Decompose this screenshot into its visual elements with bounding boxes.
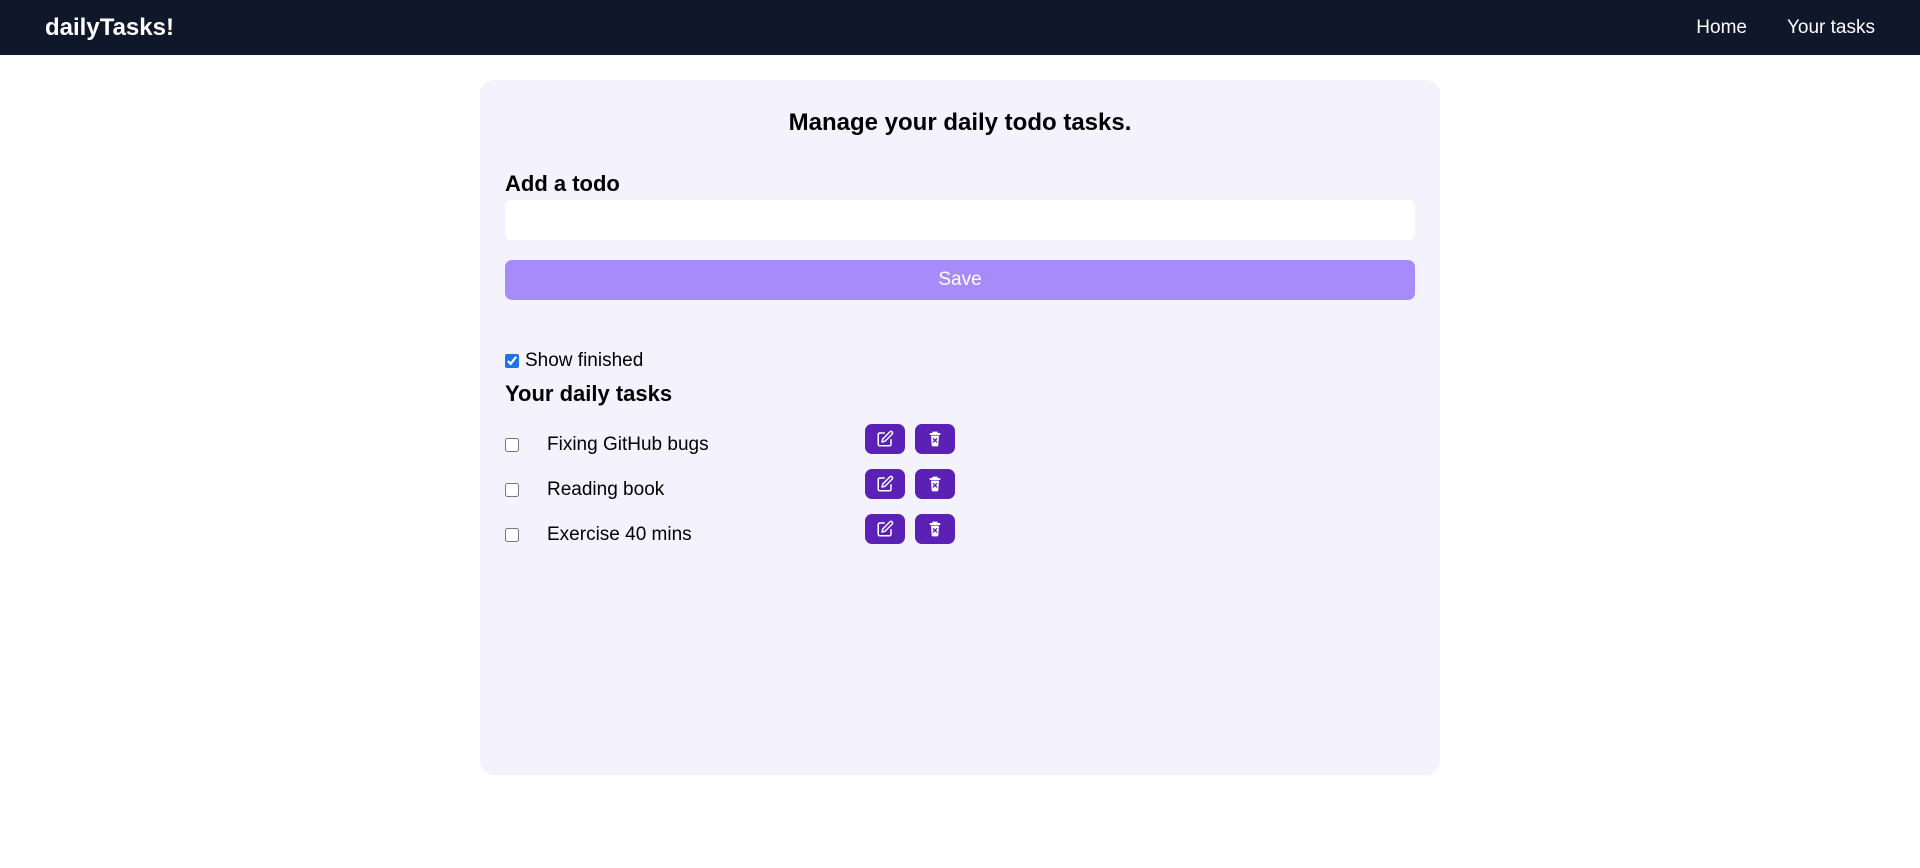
nav-link-your-tasks[interactable]: Your tasks: [1787, 17, 1875, 39]
task-actions: [865, 514, 955, 544]
task-text: Fixing GitHub bugs: [547, 434, 709, 455]
task-checkbox[interactable]: [505, 437, 519, 452]
edit-button[interactable]: [865, 424, 905, 454]
task-row: Fixing GitHub bugs: [505, 424, 1415, 469]
page-title: Manage your daily todo tasks.: [788, 109, 1132, 136]
show-finished-label: Show finished: [525, 350, 644, 371]
edit-icon: [876, 475, 894, 493]
show-finished-toggle[interactable]: Show finished: [505, 350, 643, 372]
delete-icon: [927, 521, 943, 537]
task-row: Exercise 40 mins: [505, 514, 1415, 559]
task-text: Exercise 40 mins: [547, 524, 692, 545]
task-checkbox[interactable]: [505, 482, 519, 497]
edit-icon: [876, 430, 894, 448]
task-row: Reading book: [505, 469, 1415, 514]
brand-logo[interactable]: dailyTasks!: [45, 14, 174, 42]
todo-card: Manage your daily todo tasks. Add a todo…: [480, 80, 1440, 775]
add-todo-label: Add a todo: [505, 171, 620, 196]
navbar: dailyTasks! Home Your tasks: [0, 0, 1920, 55]
task-text: Reading book: [547, 479, 665, 500]
delete-button[interactable]: [915, 469, 955, 499]
task-actions: [865, 469, 955, 499]
nav-links: Home Your tasks: [1696, 17, 1875, 39]
delete-icon: [927, 476, 943, 492]
edit-icon: [876, 520, 894, 538]
delete-button[interactable]: [915, 514, 955, 544]
show-finished-checkbox[interactable]: [505, 354, 519, 368]
tasks-heading: Your daily tasks: [505, 381, 673, 406]
edit-button[interactable]: [865, 514, 905, 544]
task-list: Fixing GitHub bugs Reading book Exercise…: [505, 424, 1415, 559]
delete-button[interactable]: [915, 424, 955, 454]
save-button[interactable]: Save: [505, 260, 1415, 300]
delete-icon: [927, 431, 943, 447]
task-checkbox[interactable]: [505, 527, 519, 542]
todo-input[interactable]: [505, 200, 1415, 240]
edit-button[interactable]: [865, 469, 905, 499]
nav-link-home[interactable]: Home: [1696, 17, 1747, 39]
task-actions: [865, 424, 955, 454]
